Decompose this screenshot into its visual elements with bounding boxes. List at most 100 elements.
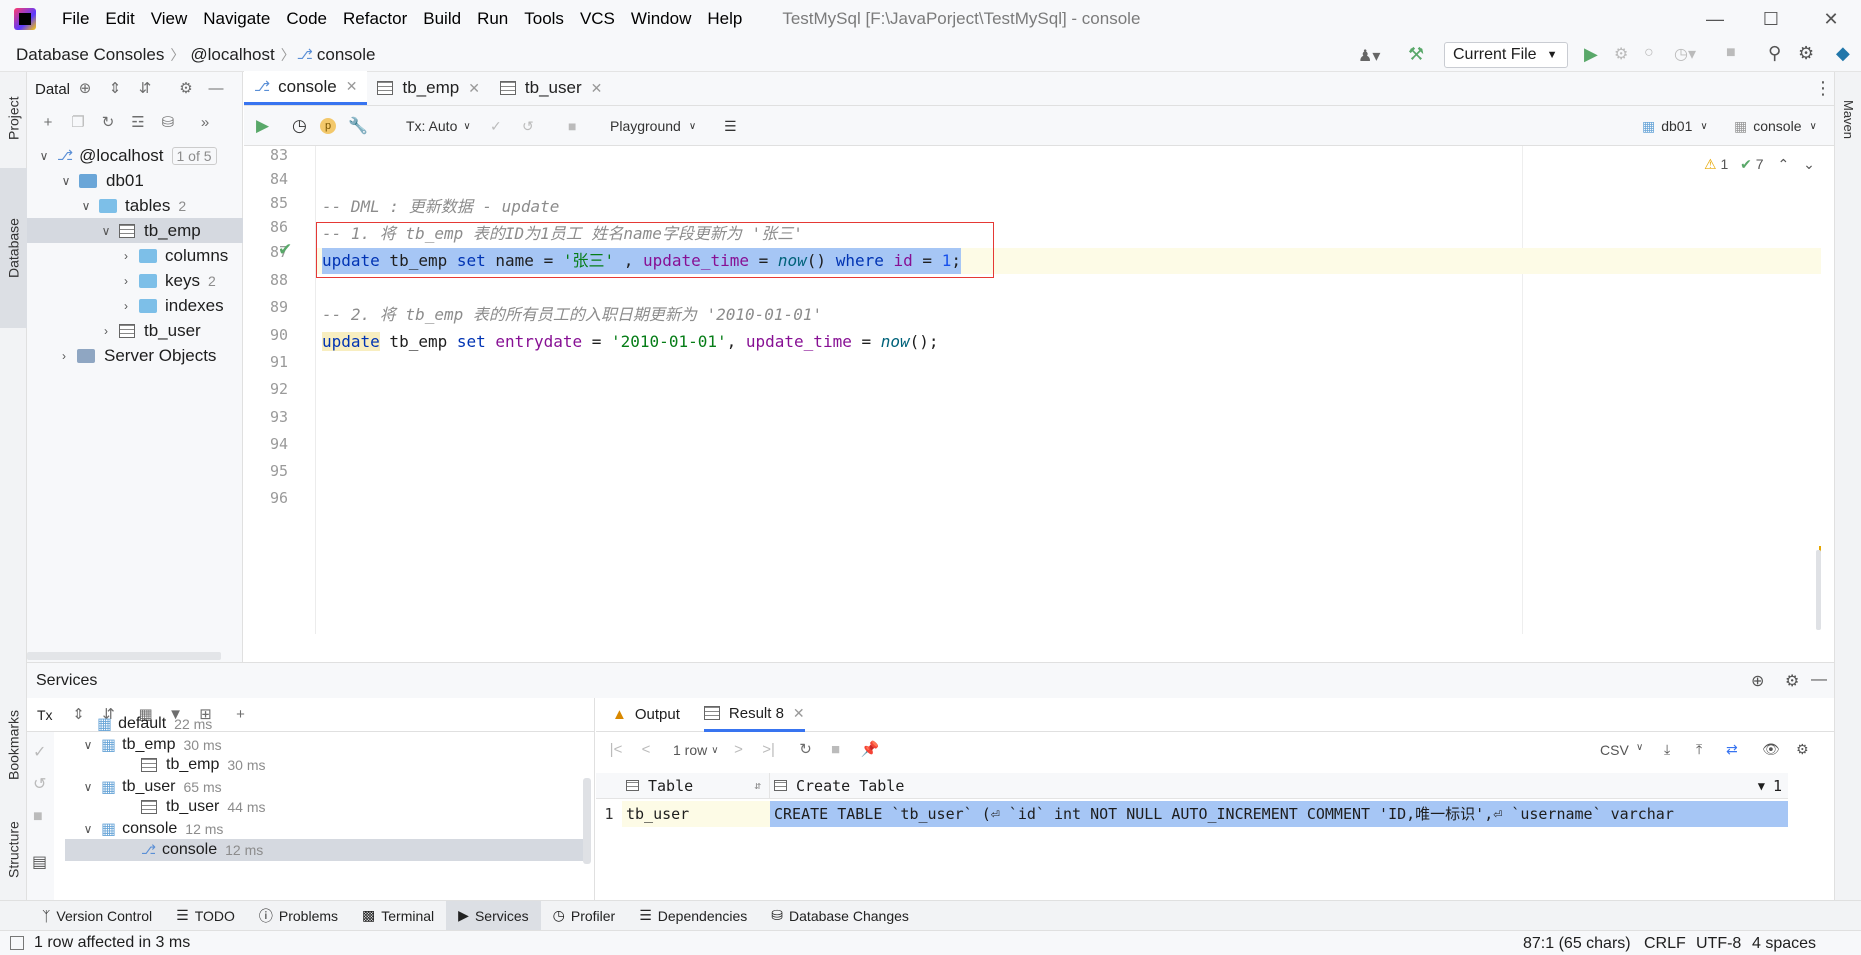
tab-problems[interactable]: ⓘ Problems bbox=[247, 901, 350, 931]
copy-icon[interactable]: ❐ bbox=[70, 115, 86, 131]
database-tool-tab[interactable]: Database bbox=[0, 168, 27, 328]
service-node-console[interactable]: ∨ ▦ console 12 ms bbox=[81, 819, 224, 839]
tx-mode-select[interactable]: Tx: Auto ∨ bbox=[406, 106, 471, 146]
tab-result-8[interactable]: Result 8 ✕ bbox=[703, 698, 805, 732]
hide-panel-icon[interactable]: — bbox=[1811, 671, 1827, 689]
file-encoding[interactable]: UTF-8 bbox=[1696, 935, 1741, 953]
tab-output[interactable]: ▲ Output bbox=[612, 706, 680, 723]
more-icon[interactable]: » bbox=[197, 115, 213, 131]
menu-navigate[interactable]: Navigate bbox=[195, 0, 278, 38]
inspection-widget[interactable]: ⚠ 1 ✔ 7 ⌃ ⌄ bbox=[1704, 156, 1815, 173]
wrench-icon[interactable]: 🔧 bbox=[348, 106, 368, 146]
table-view-icon[interactable]: ☰ bbox=[724, 106, 737, 146]
maven-tool-tab[interactable]: Maven bbox=[1835, 80, 1861, 160]
tab-database-changes[interactable]: ⛁ Database Changes bbox=[759, 901, 921, 931]
service-node-tb-emp[interactable]: ∨ ▦ tb_emp 30 ms bbox=[81, 735, 222, 755]
tab-console[interactable]: ⎇ console ✕ bbox=[244, 71, 368, 105]
structure-tool-tab[interactable]: Structure bbox=[0, 802, 27, 897]
tx-label[interactable]: Tx bbox=[37, 707, 53, 723]
menu-run[interactable]: Run bbox=[469, 0, 516, 38]
tab-version-control[interactable]: ᛉ Version Control bbox=[30, 901, 164, 931]
close-tab-icon[interactable]: ✕ bbox=[468, 80, 480, 97]
search-icon[interactable]: ⚲ bbox=[1768, 43, 1781, 64]
minimize-button[interactable]: — bbox=[1687, 0, 1743, 38]
tab-dependencies[interactable]: ☰ Dependencies bbox=[627, 901, 759, 931]
tree-node-tables[interactable]: ∨ tables 2 bbox=[27, 193, 243, 218]
add-icon[interactable]: + bbox=[40, 115, 56, 131]
service-node-default[interactable]: ▦ default 22 ms bbox=[97, 714, 212, 734]
cell-table[interactable]: tb_user bbox=[622, 801, 770, 827]
schema-select[interactable]: ▦ db01 ∨ bbox=[1642, 106, 1708, 146]
layout-icon[interactable]: ▤ bbox=[32, 852, 47, 872]
expand-all-icon[interactable]: ⇕ bbox=[71, 706, 87, 723]
settings-gear-icon[interactable]: ⚙ bbox=[1798, 43, 1814, 64]
tree-node-tb-emp[interactable]: ∨ tb_emp bbox=[27, 218, 243, 243]
build-hammer-icon[interactable]: ⚒ bbox=[1408, 44, 1424, 65]
toolbox-icon[interactable]: ◆ bbox=[1836, 43, 1850, 64]
compare-icon[interactable]: ⇄ bbox=[1726, 741, 1738, 758]
next-highlight-icon[interactable]: ⌄ bbox=[1803, 156, 1815, 172]
menu-help[interactable]: Help bbox=[699, 0, 750, 38]
cell-create-table[interactable]: CREATE TABLE `tb_user` (⏎ `id` int NOT N… bbox=[770, 801, 1788, 827]
previous-highlight-icon[interactable]: ⌃ bbox=[1777, 156, 1789, 172]
rollback-icon[interactable]: ↺ bbox=[33, 774, 46, 794]
schema-icon[interactable]: ☲ bbox=[130, 115, 146, 131]
gear-icon[interactable]: ⚙ bbox=[178, 81, 194, 97]
playground-select[interactable]: Playground ∨ bbox=[610, 106, 696, 146]
upload-icon[interactable]: ⤒ bbox=[1696, 741, 1702, 758]
breadcrumb-localhost[interactable]: @localhost bbox=[186, 45, 278, 65]
column-header-table[interactable]: Table ⇵ bbox=[596, 772, 770, 799]
refresh-icon[interactable]: ↻ bbox=[798, 742, 814, 758]
row-count-select[interactable]: 1 row bbox=[673, 742, 707, 758]
menu-vcs[interactable]: VCS bbox=[572, 0, 623, 38]
first-page-icon[interactable]: |< bbox=[608, 742, 624, 758]
menu-edit[interactable]: Edit bbox=[97, 0, 142, 38]
close-tab-icon[interactable]: ✕ bbox=[346, 78, 358, 95]
history-icon[interactable]: ◷ bbox=[292, 106, 307, 146]
menu-file[interactable]: File bbox=[54, 0, 97, 38]
session-select[interactable]: ▦ console ∨ bbox=[1734, 106, 1817, 146]
indent-setting[interactable]: 4 spaces bbox=[1752, 935, 1816, 953]
code-editor[interactable]: ⚠ 1 ✔ 7 ⌃ ⌄ -- DML : 更新数据 - update -- 1.… bbox=[316, 146, 1821, 634]
close-tab-icon[interactable]: ✕ bbox=[591, 80, 603, 97]
maximize-button[interactable]: ☐ bbox=[1743, 0, 1799, 38]
tree-node-keys[interactable]: › keys 2 bbox=[27, 268, 243, 293]
service-node-console-selected[interactable]: ⎇ console 12 ms bbox=[65, 839, 585, 861]
tree-node-db01[interactable]: ∨ db01 bbox=[27, 168, 243, 193]
user-icon[interactable]: ♟▾ bbox=[1358, 46, 1380, 66]
run-config-select[interactable]: Current File ▼ bbox=[1444, 42, 1568, 68]
tab-terminal[interactable]: ▩ Terminal bbox=[350, 901, 446, 931]
filter-down-icon[interactable]: ▼ bbox=[1758, 779, 1765, 793]
line-separator[interactable]: CRLF bbox=[1644, 935, 1686, 953]
menu-build[interactable]: Build bbox=[415, 0, 469, 38]
crosshair-icon[interactable]: ⊕ bbox=[77, 81, 93, 97]
collapse-all-icon[interactable]: ⇵ bbox=[137, 81, 153, 97]
coverage-icon[interactable]: ○ bbox=[1644, 44, 1654, 62]
tab-todo[interactable]: ☰ TODO bbox=[164, 901, 247, 931]
tab-tb-user[interactable]: tb_user ✕ bbox=[490, 71, 612, 105]
toggle-panels-icon[interactable] bbox=[10, 936, 24, 950]
add-service-icon[interactable]: + bbox=[233, 706, 249, 723]
service-node-tb-user-result[interactable]: tb_user 44 ms bbox=[141, 798, 266, 816]
menu-window[interactable]: Window bbox=[623, 0, 699, 38]
gear-icon[interactable]: ⚙ bbox=[1785, 671, 1799, 691]
project-tool-tab[interactable]: Project bbox=[0, 78, 27, 158]
hide-panel-icon[interactable]: — bbox=[208, 81, 224, 97]
execute-icon[interactable]: ▶ bbox=[256, 106, 269, 146]
menu-view[interactable]: View bbox=[143, 0, 196, 38]
next-page-icon[interactable]: > bbox=[731, 742, 747, 758]
export-format-select[interactable]: CSV bbox=[1600, 742, 1629, 758]
stop-icon[interactable]: ■ bbox=[568, 106, 576, 146]
parameters-icon[interactable]: p bbox=[320, 106, 336, 146]
stop-icon[interactable]: ■ bbox=[33, 808, 43, 826]
profile-icon[interactable]: ◷▾ bbox=[1674, 44, 1696, 64]
tree-node-server-objects[interactable]: › Server Objects bbox=[27, 343, 243, 368]
datasource-icon[interactable]: ⛁ bbox=[160, 115, 176, 131]
refresh-icon[interactable]: ↻ bbox=[100, 115, 116, 131]
more-vertical-icon[interactable]: ⋮ bbox=[1814, 78, 1832, 99]
tree-node-tb-user[interactable]: › tb_user bbox=[27, 318, 243, 343]
caret-position[interactable]: 87:1 (65 chars) bbox=[1523, 935, 1631, 953]
menu-refactor[interactable]: Refactor bbox=[335, 0, 415, 38]
last-page-icon[interactable]: >| bbox=[761, 742, 777, 758]
tab-profiler[interactable]: ◷ Profiler bbox=[541, 901, 628, 931]
